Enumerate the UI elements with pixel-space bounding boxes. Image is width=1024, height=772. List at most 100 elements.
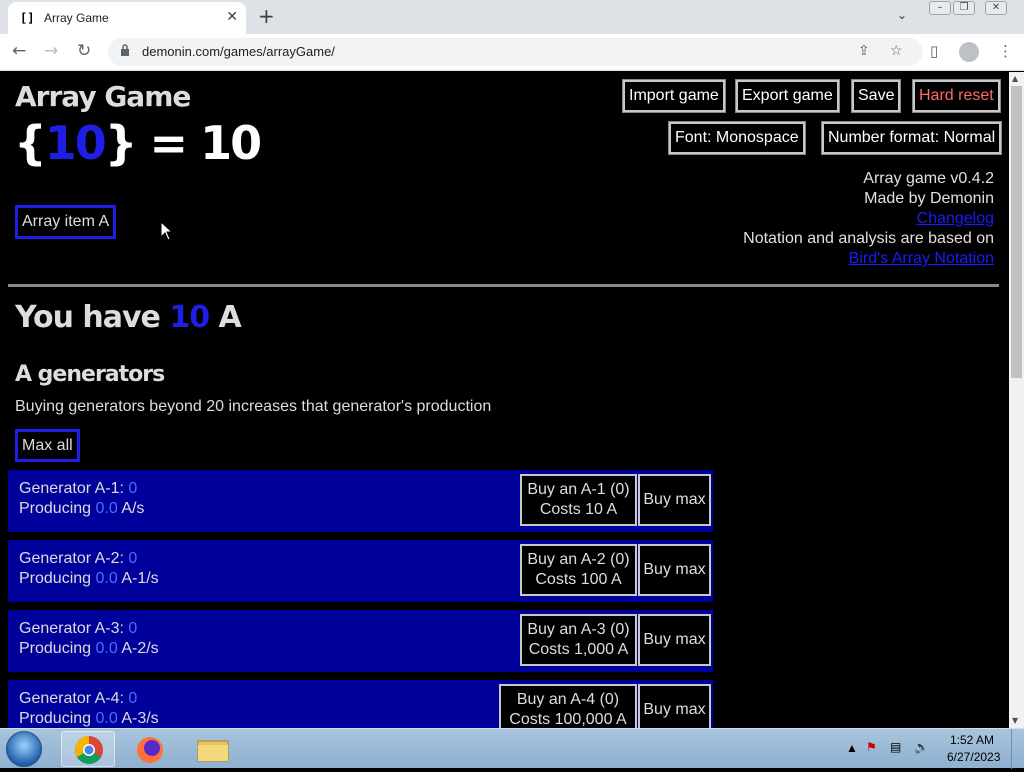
- cost-label: Costs 1,000 A: [528, 641, 629, 658]
- save-button[interactable]: Save: [850, 79, 902, 113]
- folder-icon: [197, 740, 229, 762]
- scroll-down-arrow-icon[interactable]: ▼: [1012, 716, 1018, 725]
- buy-max-a1-button[interactable]: Buy max: [638, 474, 711, 526]
- start-button[interactable]: [6, 731, 42, 767]
- close-window-button[interactable]: ✕: [985, 1, 1007, 15]
- array-item-a-button[interactable]: Array item A: [14, 205, 117, 239]
- game-page: Array Game {10} = 10 Array item A Import…: [0, 72, 1009, 728]
- producing-label: Producing: [19, 570, 92, 587]
- buy-a2-button[interactable]: Buy an A-2 (0) Costs 100 A: [520, 544, 637, 596]
- browser-tab[interactable]: [] Array Game ✕: [8, 2, 246, 34]
- back-arrow-icon[interactable]: ←: [12, 41, 26, 61]
- buy-max-a4-button[interactable]: Buy max: [638, 684, 711, 728]
- generator-count: 0: [128, 690, 138, 707]
- generator-row-a2: Generator A-2: 0 Producing 0.0 A-1/s Buy…: [8, 540, 713, 602]
- bookmark-star-icon[interactable]: ☆: [890, 43, 903, 59]
- you-have-label: You have: [15, 300, 161, 335]
- production-rate: 0.0: [95, 500, 118, 517]
- maximize-window-button[interactable]: ❐: [953, 1, 975, 15]
- cost-label: Costs 100,000 A: [509, 711, 627, 728]
- buy-label: Buy an A-2 (0): [527, 551, 630, 568]
- menu-kebab-icon[interactable]: ⋮: [998, 42, 1013, 60]
- max-all-button[interactable]: Max all: [15, 429, 80, 462]
- generator-row-a4: Generator A-4: 0 Producing 0.0 A-3/s Buy…: [8, 680, 713, 728]
- version-text: Array game v0.4.2: [863, 170, 994, 187]
- cost-label: Costs 10 A: [539, 501, 618, 518]
- mouse-cursor-icon: [160, 221, 174, 241]
- generator-row-a3: Generator A-3: 0 Producing 0.0 A-2/s Buy…: [8, 610, 713, 672]
- minimize-window-button[interactable]: –: [929, 1, 951, 15]
- buy-a3-button[interactable]: Buy an A-3 (0) Costs 1,000 A: [520, 614, 637, 666]
- font-toggle-button[interactable]: Font: Monospace: [668, 121, 806, 155]
- tab-favicon-icon: []: [20, 11, 35, 25]
- page-scrollbar[interactable]: ▲ ▼: [1009, 72, 1024, 728]
- profile-avatar-icon[interactable]: [959, 42, 979, 62]
- production-rate: 0.0: [95, 640, 118, 657]
- production-unit: A-1/s: [121, 570, 159, 587]
- side-panel-icon[interactable]: ▯: [930, 42, 938, 60]
- cost-label: Costs 100 A: [535, 571, 622, 588]
- network-icon[interactable]: ▤: [890, 740, 901, 754]
- buy-max-a3-button[interactable]: Buy max: [638, 614, 711, 666]
- buy-label: Buy an A-1 (0): [527, 481, 630, 498]
- clock-time[interactable]: 1:52 AM: [950, 733, 994, 747]
- buy-a4-button[interactable]: Buy an A-4 (0) Costs 100,000 A: [499, 684, 637, 728]
- tab-close-icon[interactable]: ✕: [226, 9, 238, 25]
- windows-taskbar: ▲ ⚑ ▤ 🔈 1:52 AM 6/27/2023: [0, 728, 1024, 769]
- a-unit: A: [218, 300, 242, 335]
- generators-description: Buying generators beyond 20 increases th…: [15, 398, 492, 415]
- action-center-flag-icon[interactable]: ⚑: [866, 740, 877, 754]
- export-game-button[interactable]: Export game: [735, 79, 840, 113]
- explorer-taskbar-icon[interactable]: [185, 731, 239, 767]
- number-format-button[interactable]: Number format: Normal: [820, 121, 1003, 155]
- new-tab-button[interactable]: +: [258, 4, 275, 28]
- changelog-link[interactable]: Changelog: [917, 210, 994, 227]
- tab-search-chevron-icon[interactable]: ⌄: [897, 8, 907, 22]
- tray-expand-icon[interactable]: ▲: [846, 741, 858, 755]
- array-brace-open: {: [14, 116, 47, 170]
- reload-icon[interactable]: ↻: [77, 41, 91, 61]
- generator-count: 0: [128, 620, 138, 637]
- volume-muted-icon[interactable]: 🔈: [914, 740, 929, 754]
- hard-reset-button[interactable]: Hard reset: [912, 79, 1001, 113]
- scrollbar-thumb[interactable]: [1011, 86, 1022, 378]
- array-value: 10: [44, 116, 107, 170]
- resource-amount: You have 10 A: [15, 300, 242, 335]
- address-bar[interactable]: demonin.com/games/arrayGame/ ⇪ ☆: [108, 38, 923, 66]
- birds-array-notation-link[interactable]: Bird's Array Notation: [849, 250, 994, 267]
- import-game-button[interactable]: Import game: [622, 79, 726, 113]
- clock-date[interactable]: 6/27/2023: [947, 750, 1000, 764]
- firefox-icon: [137, 737, 163, 763]
- generators-title: A generators: [15, 362, 165, 387]
- generator-name: Generator A-3:: [19, 620, 124, 637]
- generator-name: Generator A-4:: [19, 690, 124, 707]
- firefox-taskbar-icon[interactable]: [122, 731, 176, 767]
- notation-text: Notation and analysis are based on: [743, 230, 994, 247]
- generator-count: 0: [128, 550, 138, 567]
- producing-label: Producing: [19, 710, 92, 727]
- production-unit: A-2/s: [121, 640, 159, 657]
- production-rate: 0.0: [95, 570, 118, 587]
- forward-arrow-icon[interactable]: →: [44, 41, 58, 61]
- url-text: demonin.com/games/arrayGame/: [142, 44, 335, 59]
- production-rate: 0.0: [95, 710, 118, 727]
- game-info: Array game v0.4.2 Made by Demonin Change…: [743, 169, 994, 269]
- buy-label: Buy an A-3 (0): [527, 621, 630, 638]
- lock-icon: [121, 44, 129, 56]
- divider: [8, 284, 999, 287]
- buy-max-a2-button[interactable]: Buy max: [638, 544, 711, 596]
- generator-count: 0: [128, 480, 138, 497]
- buy-a1-button[interactable]: Buy an A-1 (0) Costs 10 A: [520, 474, 637, 526]
- buy-label: Buy an A-4 (0): [516, 691, 620, 708]
- producing-label: Producing: [19, 500, 92, 517]
- array-brace-close: }: [104, 116, 138, 170]
- chrome-taskbar-icon[interactable]: [61, 731, 115, 767]
- show-desktop-button[interactable]: [1011, 729, 1024, 769]
- share-icon[interactable]: ⇪: [858, 43, 870, 59]
- producing-label: Producing: [19, 640, 92, 657]
- production-unit: A/s: [121, 500, 145, 517]
- tab-title: Array Game: [44, 11, 109, 25]
- chrome-icon: [75, 736, 103, 764]
- scroll-up-arrow-icon[interactable]: ▲: [1012, 74, 1018, 83]
- a-amount: 10: [169, 300, 210, 335]
